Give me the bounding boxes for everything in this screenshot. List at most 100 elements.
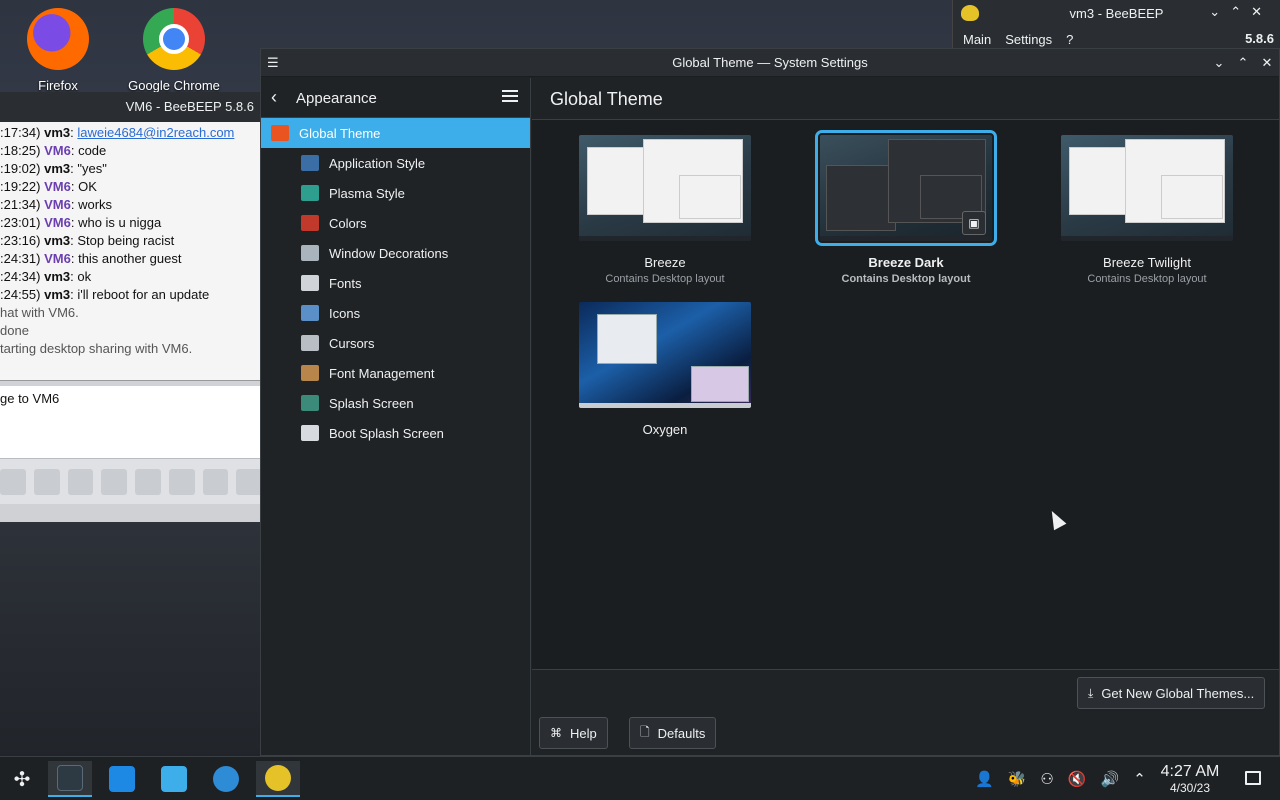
chat-message: :19:02) vm3: "yes" (0, 161, 107, 176)
gear-icon[interactable] (101, 468, 127, 495)
preview-image-icon[interactable]: ▣ (962, 211, 986, 235)
sidebar: ‹ Appearance Global Theme Application Sty… (261, 78, 531, 755)
input-text: ge to VM6 (0, 391, 60, 406)
menu-settings[interactable]: Settings (1005, 32, 1052, 47)
chat-link[interactable]: laweie4684@in2reach.com (77, 125, 234, 140)
sidebar-item-window-decorations[interactable]: Window Decorations (261, 238, 530, 268)
sidebar-header: ‹ Appearance (261, 78, 530, 118)
help-icon: ⌘ (550, 726, 562, 740)
menu-help[interactable]: ? (1066, 32, 1073, 47)
main-panel: Global Theme Breeze Contains Desktop lay… (532, 78, 1279, 755)
chat-time: :23:01) (0, 215, 41, 230)
volume-muted-icon[interactable]: 🔇 (1068, 770, 1087, 788)
sidebar-item-boot-splash-screen[interactable]: Boot Splash Screen (261, 418, 530, 448)
sidebar-item-label: Window Decorations (329, 245, 449, 261)
window-controls[interactable]: ⌄⌃✕ (1209, 4, 1272, 20)
splash-screen-icon (301, 395, 319, 411)
sidebar-item-splash-screen[interactable]: Splash Screen (261, 388, 530, 418)
menubar: Main Settings ? (963, 32, 1073, 47)
taskbar-discover[interactable] (100, 761, 144, 797)
close-icon[interactable]: ✕ (1251, 4, 1272, 19)
user-icon[interactable]: 👤 (975, 770, 994, 788)
sidebar-item-icons[interactable]: Icons (261, 298, 530, 328)
sidebar-item-application-style[interactable]: Application Style (261, 148, 530, 178)
toolbar-button[interactable] (0, 468, 26, 495)
sidebar-item-fonts[interactable]: Fonts (261, 268, 530, 298)
theme-card-oxygen[interactable]: Oxygen (575, 302, 755, 437)
theme-description: Contains Desktop layout (1087, 273, 1207, 285)
font-management-icon (301, 365, 319, 381)
maximize-icon[interactable]: ⌃ (1230, 4, 1251, 19)
chat-sender: vm3 (44, 161, 71, 176)
icons-icon (301, 305, 319, 321)
taskbar-system-settings[interactable] (48, 761, 92, 797)
chat-sender: vm3 (44, 125, 71, 140)
theme-card-breeze-dark[interactable]: ▣ Breeze Dark Contains Desktop layout (815, 130, 997, 285)
close-button[interactable]: ✕ (1255, 53, 1279, 73)
status-bar (0, 504, 262, 522)
chat-text: "yes" (77, 161, 107, 176)
chat-time: :21:34) (0, 197, 41, 212)
beebeep-tray-icon[interactable]: 🐝 (1008, 770, 1027, 788)
sidebar-item-global-theme[interactable]: Global Theme (261, 118, 530, 148)
filter-icon[interactable] (67, 468, 94, 495)
taskbar-beebeep[interactable] (256, 761, 300, 797)
taskbar-file-manager[interactable] (152, 761, 196, 797)
menu-main[interactable]: Main (963, 32, 991, 47)
chat-time: :18:25) (0, 143, 41, 158)
hamburger-menu-icon[interactable] (502, 90, 518, 102)
minimize-button[interactable]: ⌄ (1207, 53, 1231, 73)
window-title: Global Theme — System Settings (672, 55, 868, 70)
button-label: Help (570, 725, 597, 741)
sidebar-item-colors[interactable]: Colors (261, 208, 530, 238)
theme-preview: ▣ (815, 130, 997, 246)
chat-system-message: hat with VM6. (0, 305, 79, 320)
system-settings-window[interactable]: ☰ Global Theme — System Settings ⌄ ⌃ ✕ ‹… (260, 48, 1280, 756)
desktop-icon-label: Google Chrome (128, 78, 220, 93)
desktop-icon-label: Firefox (38, 78, 78, 93)
folder-icon (161, 766, 187, 792)
message-input[interactable]: ge to VM6 (0, 386, 262, 458)
sidebar-item-plasma-style[interactable]: Plasma Style (261, 178, 530, 208)
theme-description: Contains Desktop layout (605, 273, 725, 285)
theme-preview (579, 302, 751, 408)
spellcheck-icon[interactable] (135, 468, 161, 495)
clock-time: 4:27 AM (1160, 763, 1220, 780)
desktop-icon-chrome[interactable]: Google Chrome (119, 8, 229, 93)
toolbar-button[interactable] (33, 468, 60, 495)
theme-preview (579, 135, 751, 241)
chevron-up-icon[interactable]: ⌃ (1133, 770, 1146, 788)
theme-card-breeze-twilight[interactable]: Breeze Twilight Contains Desktop layout (1057, 135, 1237, 285)
chat-time: :19:22) (0, 179, 41, 194)
get-new-global-themes-button[interactable]: ⤓ Get New Global Themes... (1077, 677, 1266, 709)
clock[interactable]: 4:27 AM 4/30/23 (1150, 763, 1230, 795)
chat-message: :21:34) VM6: works (0, 197, 113, 212)
chat-text: i'll reboot for an update (77, 287, 210, 302)
chat-message: :19:22) VM6: OK (0, 179, 97, 194)
maximize-button[interactable]: ⌃ (1231, 53, 1255, 73)
title-bar[interactable]: ☰ Global Theme — System Settings ⌄ ⌃ ✕ (261, 49, 1279, 77)
defaults-button[interactable]: 🗋 Defaults (629, 717, 717, 749)
beebeep-vm6-window[interactable]: VM6 - BeeBEEP 5.8.6 :17:34) vm3: laweie4… (0, 92, 262, 522)
show-desktop-icon[interactable] (1245, 771, 1261, 785)
help-button[interactable]: ⌘ Help (539, 717, 608, 749)
back-arrow-icon[interactable]: ‹ (271, 87, 277, 108)
application-launcher[interactable]: ✣ (0, 761, 44, 797)
desktop-icon-firefox[interactable]: Firefox (3, 8, 113, 93)
font-icon[interactable] (168, 468, 195, 495)
chat-sender: vm3 (44, 269, 71, 284)
sidebar-item-font-management[interactable]: Font Management (261, 358, 530, 388)
chat-message: :24:31) VM6: this another guest (0, 251, 182, 266)
window-decorations-icon (301, 245, 319, 261)
minimize-icon[interactable]: ⌄ (1209, 4, 1230, 19)
taskbar-network-settings[interactable] (204, 761, 248, 797)
user-switch-icon[interactable]: ⚇ (1040, 770, 1053, 788)
send-file-icon[interactable] (236, 468, 262, 495)
volume-icon[interactable]: 🔊 (1101, 770, 1120, 788)
sidebar-item-cursors[interactable]: Cursors (261, 328, 530, 358)
chat-message: :18:25) VM6: code (0, 143, 107, 158)
chat-sender: vm3 (44, 233, 71, 248)
beebeep-vm3-window[interactable]: vm3 - BeeBEEP ⌄⌃✕ Main Settings ? 5.8.6 (952, 0, 1280, 48)
toolbar-button[interactable] (202, 468, 229, 495)
theme-card-breeze[interactable]: Breeze Contains Desktop layout (575, 135, 755, 285)
